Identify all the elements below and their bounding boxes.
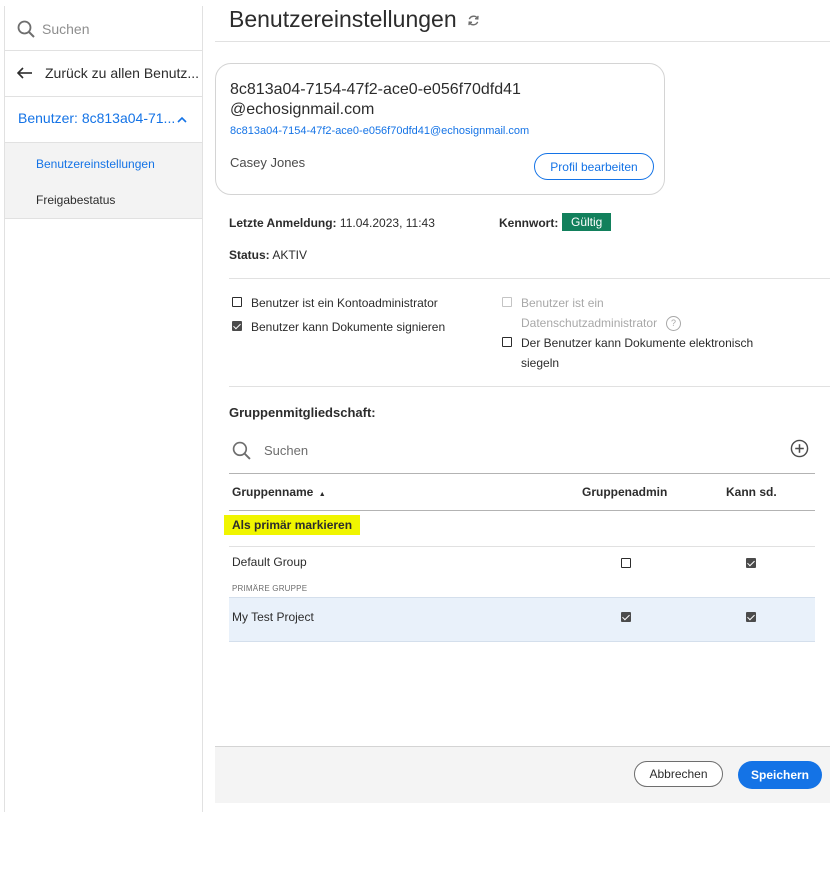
help-icon[interactable]: ? xyxy=(666,316,681,331)
column-can-send: Kann sd. xyxy=(726,485,777,499)
privacy-admin-label-line1: Benutzer ist ein xyxy=(521,296,604,310)
password-label-text: Kennwort: xyxy=(499,216,559,230)
group-name: My Test Project xyxy=(232,610,314,624)
sidebar-submenu: Benutzereinstellungen Freigabestatus xyxy=(5,143,202,219)
group-membership-heading: Gruppenmitgliedschaft: xyxy=(229,405,376,420)
can-send-checkbox[interactable] xyxy=(746,558,756,568)
password-label: Kennwort: xyxy=(499,216,558,230)
save-button[interactable]: Speichern xyxy=(738,761,822,789)
password-status-badge: Gültig xyxy=(562,213,612,231)
account-admin-label: Benutzer ist ein Kontoadministrator xyxy=(251,296,438,310)
page-title: Benutzereinstellungen xyxy=(229,6,480,33)
sidebar-item-sharing-status[interactable]: Freigabestatus xyxy=(36,193,115,207)
column-group-name-label: Gruppenname xyxy=(232,485,314,499)
edit-profile-button[interactable]: Profil bearbeiten xyxy=(534,153,654,180)
group-search-input[interactable]: Suchen xyxy=(264,443,308,458)
privacy-admin-checkbox xyxy=(502,297,512,307)
sidebar-search-placeholder: Suchen xyxy=(42,21,90,37)
refresh-icon[interactable] xyxy=(467,14,480,27)
title-divider xyxy=(215,41,830,42)
search-icon xyxy=(232,441,251,460)
can-sign-label: Benutzer kann Dokumente signieren xyxy=(251,320,446,334)
back-to-users-link[interactable]: Zurück zu allen Benutz... xyxy=(5,51,202,97)
last-login: Letzte Anmeldung: 11.04.2023, 11:43 xyxy=(229,216,435,230)
status-label: Status: xyxy=(229,248,270,262)
table-row[interactable]: Default Group PRIMÄRE GRUPPE xyxy=(229,546,815,598)
chevron-up-icon xyxy=(177,116,187,123)
groups-table-header: Gruppenname ▲ Gruppenadmin Kann sd. xyxy=(229,473,815,511)
column-group-name[interactable]: Gruppenname ▲ xyxy=(232,485,326,499)
table-row[interactable]: My Test Project xyxy=(229,597,815,642)
page-title-text: Benutzereinstellungen xyxy=(229,6,457,32)
user-email[interactable]: 8c813a04-7154-47f2-ace0-e056f70dfd41@ech… xyxy=(230,125,529,137)
cancel-button[interactable]: Abbrechen xyxy=(634,761,723,787)
sidebar: Suchen Zurück zu allen Benutz... Benutze… xyxy=(4,6,203,812)
divider xyxy=(229,278,830,279)
user-id: 8c813a04-7154-47f2-ace0-e056f70dfd41 @ec… xyxy=(230,81,521,118)
can-send-checkbox[interactable] xyxy=(746,612,756,622)
profile-card: 8c813a04-7154-47f2-ace0-e056f70dfd41 @ec… xyxy=(215,63,665,195)
can-sign-checkbox[interactable] xyxy=(232,321,242,331)
status: Status: AKTIV xyxy=(229,248,307,262)
column-group-admin: Gruppenadmin xyxy=(582,485,668,499)
status-value: AKTIV xyxy=(272,248,308,262)
arrow-left-icon xyxy=(17,67,32,79)
sidebar-item-user-settings[interactable]: Benutzereinstellungen xyxy=(36,157,155,171)
account-admin-checkbox[interactable] xyxy=(232,297,242,307)
last-login-label: Letzte Anmeldung: xyxy=(229,216,337,230)
group-name: Default Group xyxy=(232,555,307,569)
search-icon xyxy=(17,20,35,38)
last-login-value: 11.04.2023, 11:43 xyxy=(339,216,435,230)
group-admin-checkbox[interactable] xyxy=(621,558,631,568)
footer-bar: Abbrechen Speichern xyxy=(215,746,830,803)
group-admin-checkbox[interactable] xyxy=(621,612,631,622)
sidebar-user-label: Benutzer: 8c813a04-71... xyxy=(18,110,176,126)
privacy-admin-label-line2: Datenschutzadministrator xyxy=(521,316,658,330)
mark-primary-button[interactable]: Als primär markieren xyxy=(224,515,361,535)
sidebar-search[interactable]: Suchen xyxy=(5,6,202,51)
sort-ascending-icon: ▲ xyxy=(318,491,326,498)
e-seal-label-line1: Der Benutzer kann Dokumente elektronisch xyxy=(521,336,754,350)
sidebar-user-toggle[interactable]: Benutzer: 8c813a04-71... xyxy=(5,97,202,143)
divider xyxy=(229,386,830,387)
primary-group-tag: PRIMÄRE GRUPPE xyxy=(232,584,308,593)
e-seal-label-line2: siegeln xyxy=(521,356,560,370)
user-name: Casey Jones xyxy=(230,155,306,170)
add-circle-icon[interactable] xyxy=(790,439,809,458)
e-seal-checkbox[interactable] xyxy=(502,337,512,347)
back-label: Zurück zu allen Benutz... xyxy=(45,65,200,81)
